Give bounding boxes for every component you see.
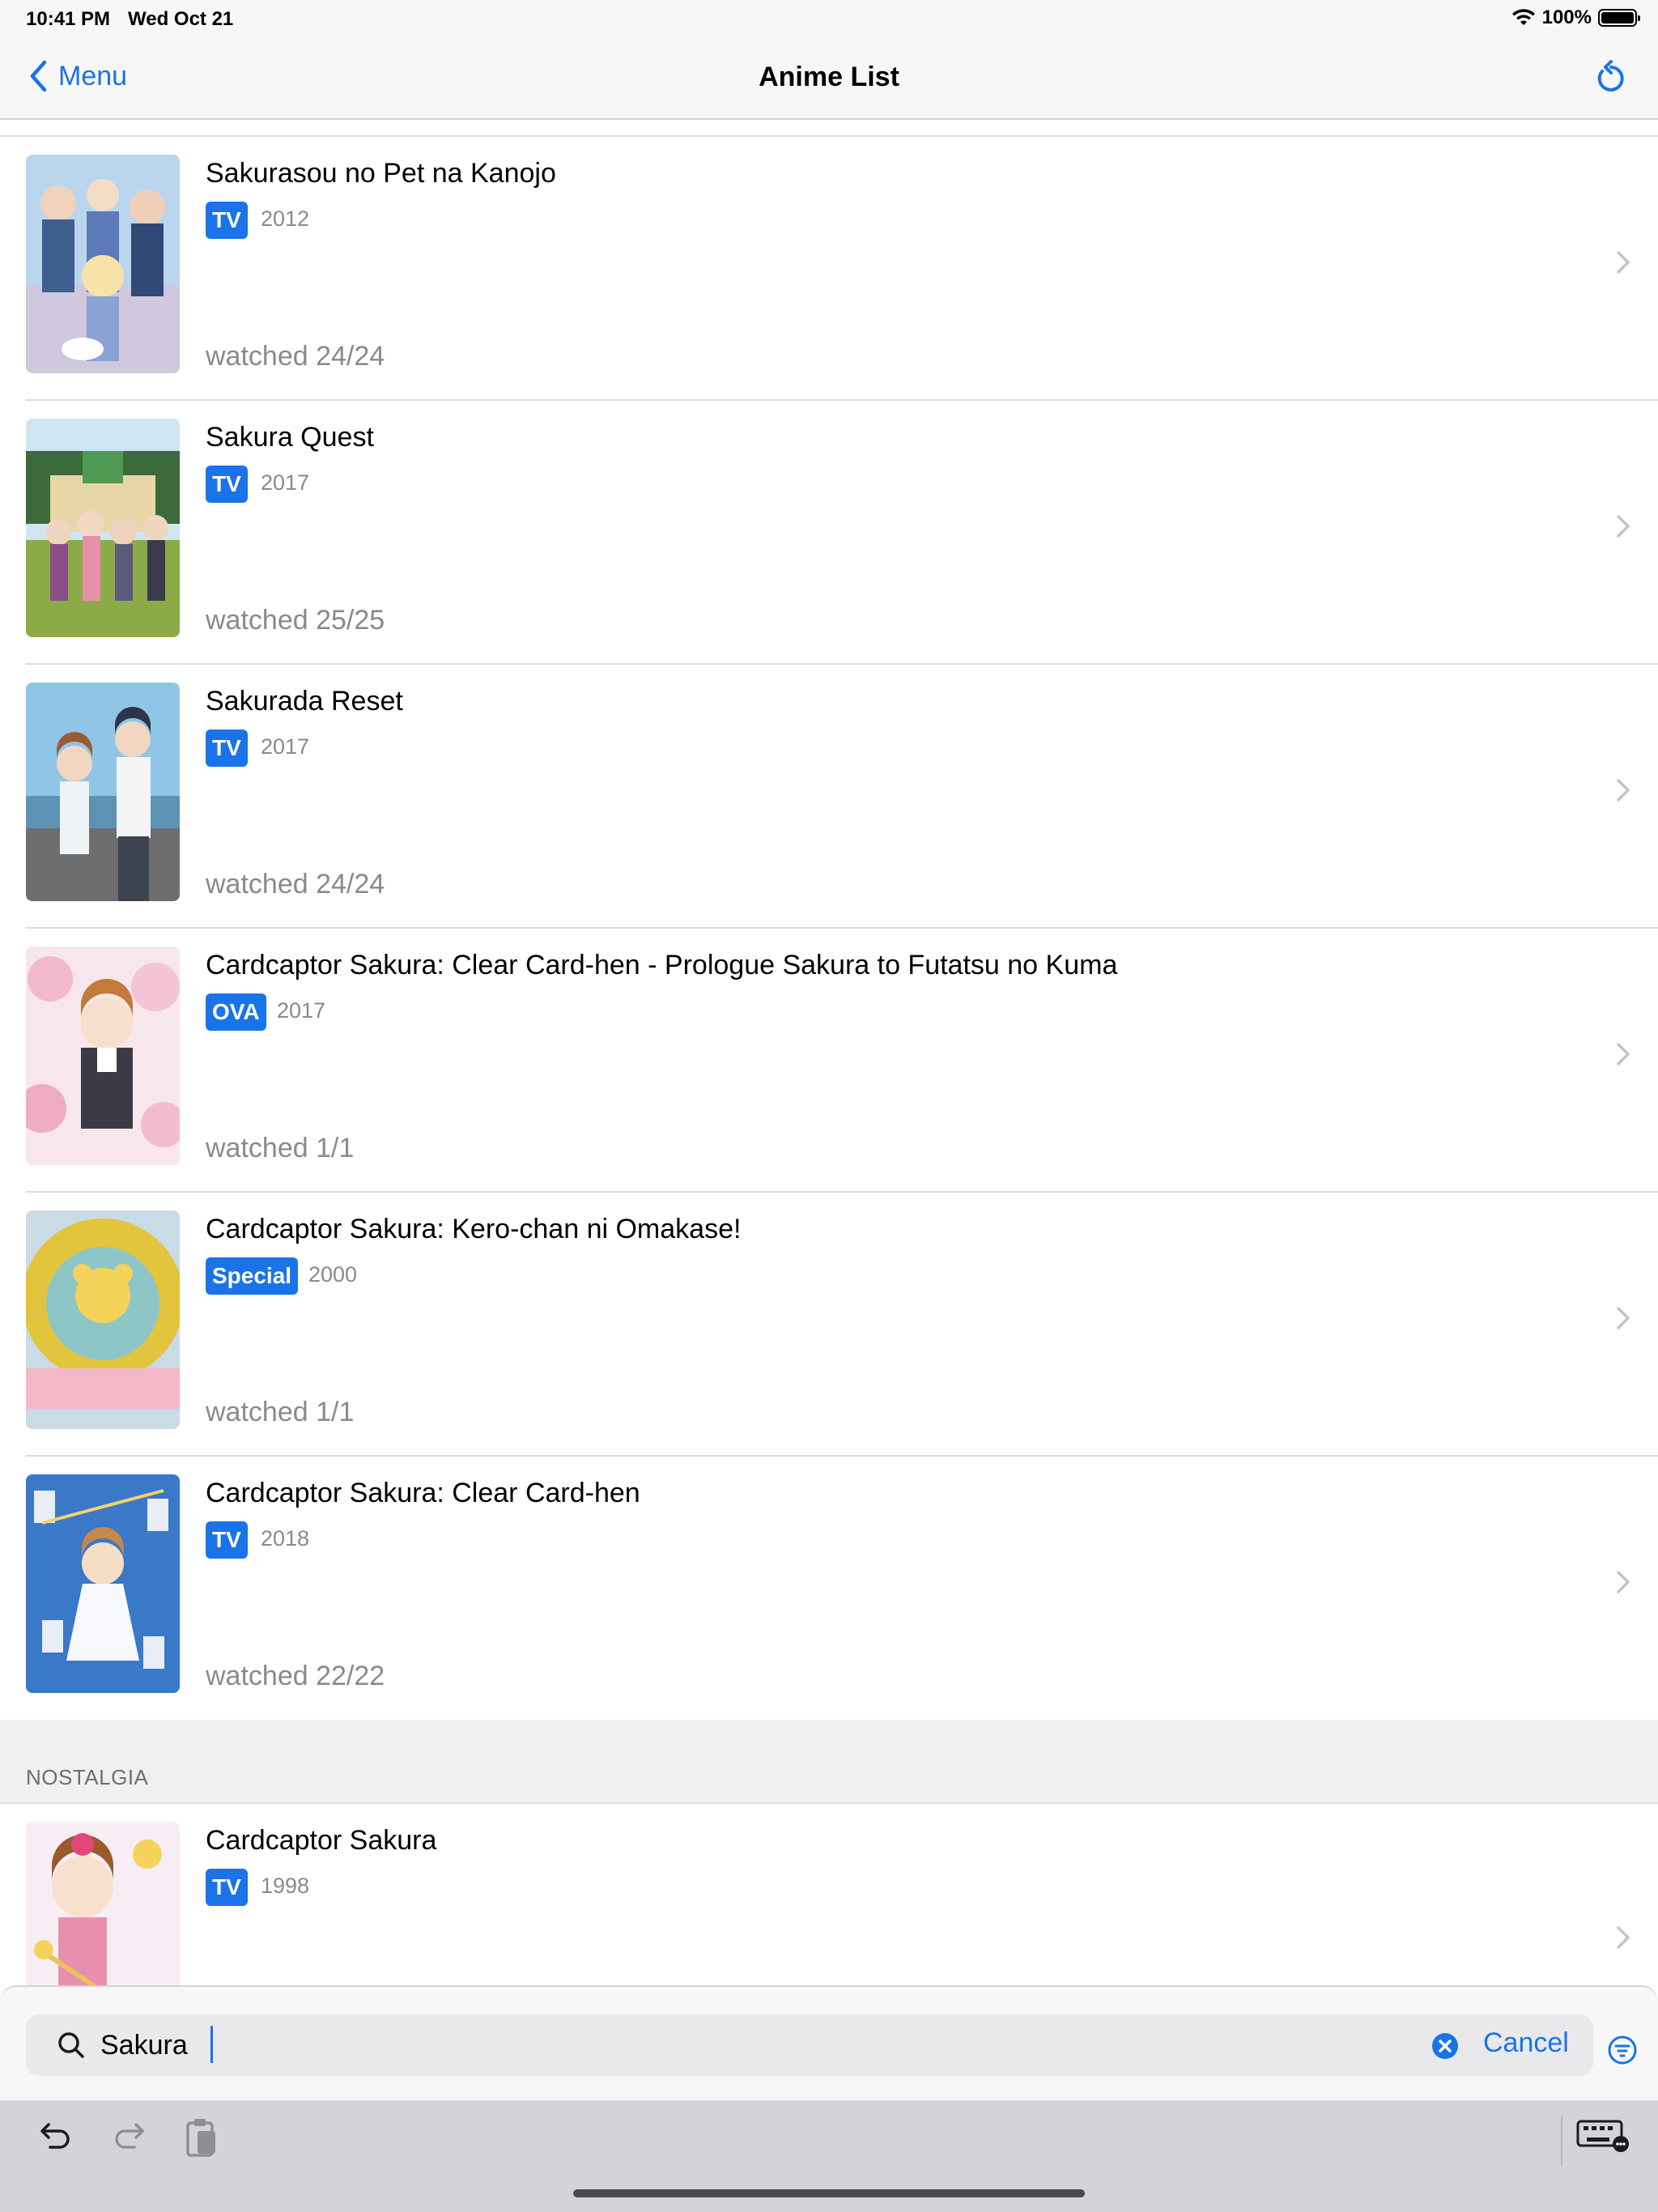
home-indicator [573,2189,1085,2197]
search-field[interactable]: Cancel [26,2014,1593,2076]
text-cursor [210,2026,213,2063]
search-icon [58,2032,84,2058]
year-label: 2012 [261,206,310,231]
type-badge: TV [206,466,248,503]
watched-progress: watched 1/1 [206,1133,355,1163]
type-badge: TV [206,202,248,239]
refresh-button[interactable] [1595,60,1627,100]
watched-progress: watched 22/22 [206,1661,385,1691]
list-item[interactable]: Cardcaptor Sakura: Kero-chan ni Omakase!… [0,1193,1658,1457]
status-bar: 10:41 PM Wed Oct 21 100% [0,0,1658,39]
status-indicators: 100% [1511,6,1640,29]
list-item[interactable]: Cardcaptor Sakura: Clear Card-hen TV 201… [0,1457,1658,1721]
clear-icon[interactable] [1431,2032,1459,2060]
watched-progress: watched 1/1 [206,1397,355,1427]
anime-cover-image [26,419,180,637]
watched-progress: watched 25/25 [206,605,385,636]
type-badge: OVA [206,993,266,1031]
year-label: 2000 [308,1262,358,1287]
redo-icon[interactable] [110,2116,147,2154]
anime-title: Cardcaptor Sakura: Clear Card-hen - Prol… [206,950,1118,981]
chevron-right-icon [1617,251,1630,274]
anime-cover-image [26,683,180,901]
chevron-right-icon [1617,515,1630,538]
chevron-right-icon [1617,779,1630,802]
anime-title: Cardcaptor Sakura: Clear Card-hen [206,1478,640,1508]
anime-title: Sakura Quest [206,422,374,453]
anime-cover-image [26,946,180,1165]
list-item[interactable]: Sakura Quest TV 2017 watched 25/25 [0,401,1658,665]
chevron-right-icon [1617,1043,1630,1066]
chevron-right-icon [1617,1307,1630,1329]
type-badge: TV [206,730,248,767]
anime-cover-image [26,1210,180,1429]
battery-percent: 100% [1541,6,1592,28]
search-input[interactable] [100,2023,1396,2068]
section-header-label: NOSTALGIA [26,1765,149,1789]
anime-title: Sakurasou no Pet na Kanojo [206,158,556,189]
year-label: 1998 [261,1874,310,1898]
page-title: Anime List [759,62,899,92]
year-label: 2018 [261,1526,310,1551]
type-badge: Special [206,1257,299,1295]
cancel-button[interactable]: Cancel [1483,2027,1569,2059]
status-time: 10:41 PM [26,8,111,30]
anime-cover-image [26,155,180,373]
keyboard-icon[interactable] [1575,2116,1630,2152]
filter-icon[interactable] [1608,2035,1637,2065]
anime-cover-image [26,1474,180,1693]
refresh-icon [1597,60,1624,91]
anime-title: Cardcaptor Sakura [206,1825,437,1856]
status-date: Wed Oct 21 [128,8,234,30]
navigation-bar: Menu Anime List [0,39,1658,120]
paste-icon[interactable] [183,2116,220,2159]
list-item[interactable]: Sakurasou no Pet na Kanojo TV 2012 watch… [0,137,1658,401]
type-badge: TV [206,1869,248,1906]
year-label: 2017 [261,470,310,495]
battery-icon [1598,9,1640,27]
list-item[interactable]: Cardcaptor Sakura: Clear Card-hen - Prol… [0,929,1658,1193]
section-header: NOSTALGIA [0,1720,1658,1804]
anime-title: Sakurada Reset [206,686,403,717]
list-item[interactable]: Sakurada Reset TV 2017 watched 24/24 [0,665,1658,929]
chevron-right-icon [1617,1571,1630,1593]
wifi-icon [1511,9,1535,25]
type-badge: TV [206,1521,248,1559]
year-label: 2017 [277,998,326,1023]
watched-progress: watched 24/24 [206,341,385,372]
undo-icon[interactable] [37,2116,74,2154]
year-label: 2017 [261,734,310,759]
toolbar-divider [1561,2116,1562,2167]
search-panel: Cancel [0,1985,1658,2100]
chevron-right-icon [1617,1926,1630,1949]
watched-progress: watched 24/24 [206,869,385,900]
anime-title: Cardcaptor Sakura: Kero-chan ni Omakase! [206,1214,742,1244]
